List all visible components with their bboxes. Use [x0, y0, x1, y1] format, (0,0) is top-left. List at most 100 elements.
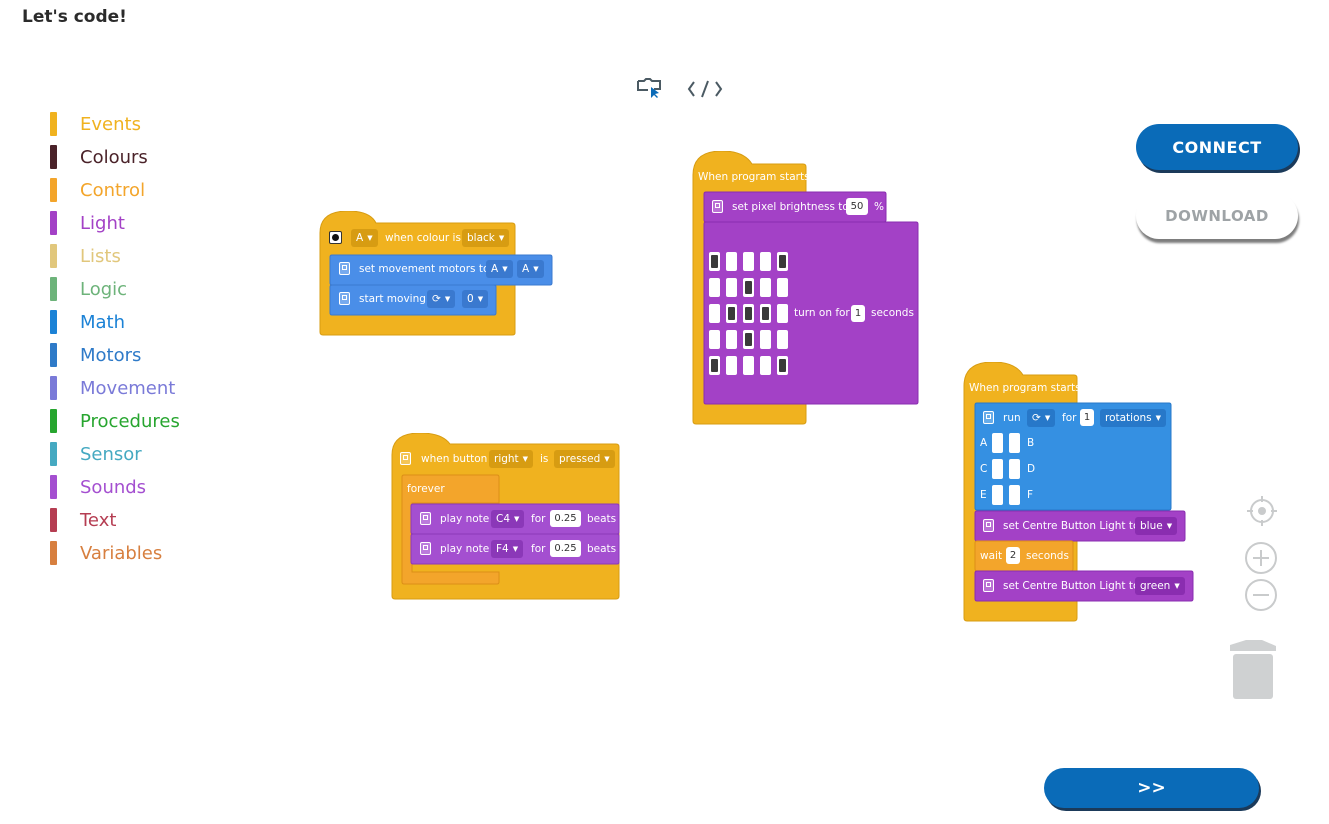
beats-input[interactable]: 0.25 — [550, 510, 581, 527]
for-label: for — [1062, 412, 1077, 424]
zoom-in-icon[interactable] — [1244, 541, 1278, 575]
category-item[interactable]: Text — [50, 508, 116, 532]
pixel-cell[interactable] — [777, 278, 788, 297]
category-item[interactable]: Events — [50, 112, 141, 136]
wait-input[interactable]: 2 — [1006, 547, 1020, 564]
hub-icon — [983, 579, 994, 592]
hub-icon — [400, 452, 411, 465]
rotations-input[interactable]: 1 — [1080, 409, 1094, 426]
pixel-cell[interactable] — [777, 356, 788, 375]
pixel-cell[interactable] — [726, 252, 737, 271]
pixel-cell[interactable] — [743, 278, 754, 297]
pixel-cell[interactable] — [743, 356, 754, 375]
colour-dropdown[interactable]: blue ▼ — [1135, 517, 1178, 535]
pixel-cell[interactable] — [726, 304, 737, 323]
play-note-label: play note — [440, 513, 490, 525]
crosshair-icon[interactable] — [1245, 494, 1279, 528]
beats-label: beats — [587, 543, 617, 555]
port-dropdown[interactable]: A ▼ — [351, 229, 378, 247]
category-label: Text — [80, 509, 117, 531]
category-item[interactable]: Control — [50, 178, 145, 202]
pixel-cell[interactable] — [777, 330, 788, 349]
pixel-cell[interactable] — [726, 356, 737, 375]
pixel-cell[interactable] — [709, 356, 720, 375]
when-colour-label: when colour is — [385, 232, 461, 244]
port-label: B — [1027, 437, 1035, 449]
pixel-cell[interactable] — [760, 304, 771, 323]
category-color-bar — [50, 112, 57, 136]
category-item[interactable]: Movement — [50, 376, 175, 400]
wait-label: wait — [980, 550, 1003, 562]
beats-input[interactable]: 0.25 — [550, 540, 581, 557]
pixel-cell[interactable] — [743, 330, 754, 349]
motor2-dropdown[interactable]: A ▼ — [517, 260, 544, 278]
direction-dropdown[interactable]: ⟳ ▼ — [427, 290, 456, 308]
turn-on-label: turn on for — [794, 307, 850, 319]
category-item[interactable]: Procedures — [50, 409, 180, 433]
category-label: Events — [80, 113, 141, 135]
category-color-bar — [50, 244, 57, 268]
pixel-cell[interactable] — [760, 278, 771, 297]
pixel-cell[interactable] — [743, 252, 754, 271]
colour-dropdown[interactable]: black ▼ — [462, 229, 510, 247]
set-light-label: set Centre Button Light to — [1003, 580, 1140, 592]
note-dropdown[interactable]: F4 ▼ — [491, 540, 524, 558]
category-item[interactable]: Lists — [50, 244, 121, 268]
port-slot[interactable] — [1009, 459, 1020, 479]
category-item[interactable]: Variables — [50, 541, 162, 565]
category-color-bar — [50, 277, 57, 301]
code-brackets-icon[interactable] — [687, 79, 723, 99]
button-dropdown[interactable]: right ▼ — [489, 450, 534, 468]
hub-icon — [420, 512, 431, 525]
category-item[interactable]: Logic — [50, 277, 127, 301]
motor1-dropdown[interactable]: A ▼ — [486, 260, 513, 278]
pixel-cell[interactable] — [777, 252, 788, 271]
port-slot[interactable] — [1009, 433, 1020, 453]
download-button[interactable]: DOWNLOAD — [1136, 193, 1298, 239]
hat-label: When program starts — [969, 382, 1081, 394]
duration-input[interactable]: 1 — [851, 305, 865, 322]
category-color-bar — [50, 541, 57, 565]
category-item[interactable]: Light — [50, 211, 125, 235]
connect-button[interactable]: CONNECT — [1136, 124, 1298, 170]
port-slot[interactable] — [992, 485, 1003, 505]
category-label: Light — [80, 212, 125, 234]
category-color-bar — [50, 145, 57, 169]
category-item[interactable]: Sounds — [50, 475, 146, 499]
port-slot[interactable] — [1009, 485, 1020, 505]
category-item[interactable]: Colours — [50, 145, 148, 169]
note-dropdown[interactable]: C4 ▼ — [491, 510, 525, 528]
category-color-bar — [50, 409, 57, 433]
state-dropdown[interactable]: pressed ▼ — [554, 450, 615, 468]
port-slot[interactable] — [992, 433, 1003, 453]
trash-icon[interactable] — [1228, 637, 1278, 703]
zoom-out-icon[interactable] — [1244, 578, 1278, 612]
pixel-cell[interactable] — [777, 304, 788, 323]
pixel-cell[interactable] — [760, 330, 771, 349]
pixel-cell[interactable] — [709, 330, 720, 349]
pixel-cell[interactable] — [726, 278, 737, 297]
category-label: Sensor — [80, 443, 142, 465]
pixel-cell[interactable] — [760, 356, 771, 375]
category-color-bar — [50, 343, 57, 367]
category-item[interactable]: Math — [50, 310, 125, 334]
direction-dropdown[interactable]: ⟳ ▼ — [1027, 409, 1056, 427]
pixel-cell[interactable] — [743, 304, 754, 323]
pixel-cell[interactable] — [709, 252, 720, 271]
category-color-bar — [50, 508, 57, 532]
unit-dropdown[interactable]: rotations ▼ — [1100, 409, 1167, 427]
category-item[interactable]: Motors — [50, 343, 141, 367]
next-button[interactable]: >> — [1044, 768, 1259, 808]
port-label: E — [980, 489, 987, 501]
pixel-cell[interactable] — [709, 304, 720, 323]
pixel-cell[interactable] — [709, 278, 720, 297]
colour-dropdown[interactable]: green ▼ — [1135, 577, 1185, 595]
brightness-input[interactable]: 50 — [846, 198, 868, 215]
pixel-cell[interactable] — [726, 330, 737, 349]
speed-dropdown[interactable]: 0 ▼ — [462, 290, 489, 308]
pixel-cell[interactable] — [760, 252, 771, 271]
port-slot[interactable] — [992, 459, 1003, 479]
rotate-icon: ⟳ — [1032, 412, 1041, 424]
block-cursor-icon[interactable] — [636, 77, 664, 99]
category-item[interactable]: Sensor — [50, 442, 142, 466]
